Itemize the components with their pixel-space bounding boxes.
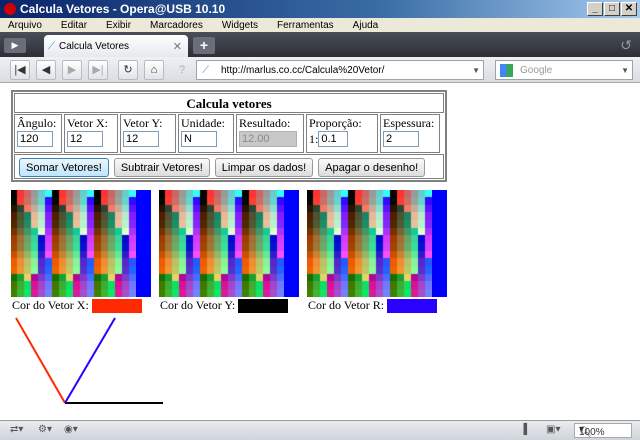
- color-picker-y[interactable]: [159, 190, 299, 297]
- color-picker-x[interactable]: [11, 190, 151, 297]
- field-2: Vetor Y:: [120, 114, 176, 153]
- new-tab-button[interactable]: +: [193, 37, 215, 54]
- field-0: Ângulo:: [14, 114, 62, 153]
- field-input[interactable]: [383, 131, 419, 147]
- chevron-down-icon[interactable]: ▼: [621, 66, 629, 75]
- menu-widgets[interactable]: Widgets: [222, 20, 258, 31]
- label-text: Cor do Vetor R:: [308, 298, 385, 312]
- maximize-button[interactable]: □: [604, 2, 620, 16]
- address-bar[interactable]: ⟋ http://marlus.co.cc/Calcula%20Vetor/ ▼: [196, 60, 484, 80]
- buttons-row: Somar Vetores! Subtrair Vetores! Limpar …: [14, 154, 444, 179]
- color-picker-r[interactable]: [307, 190, 447, 297]
- field-label: Resultado:: [239, 116, 291, 130]
- search-input[interactable]: Google ▼: [495, 60, 633, 80]
- menu-exibir[interactable]: Exibir: [106, 20, 131, 31]
- menu-editar[interactable]: Editar: [61, 20, 87, 31]
- url-text: http://marlus.co.cc/Calcula%20Vetor/: [221, 64, 385, 76]
- field-1: Vetor X:: [64, 114, 118, 153]
- tab-label: Calcula Vetores: [59, 40, 130, 52]
- closed-tabs-icon[interactable]: ↺: [620, 37, 632, 54]
- window-title: Calcula Vetores - Opera@USB 10.10: [20, 2, 226, 16]
- security-icon[interactable]: ?: [172, 60, 192, 80]
- field-label: Unidade:: [181, 116, 225, 130]
- back-button[interactable]: ◀: [36, 60, 56, 80]
- chevron-down-icon[interactable]: ▼: [472, 66, 480, 75]
- field-5: Proporção: 1:: [306, 114, 378, 153]
- google-icon[interactable]: [500, 64, 513, 77]
- tab-calcula-vetores[interactable]: ⟋ Calcula Vetores ✕: [44, 35, 188, 57]
- menu-ajuda[interactable]: Ajuda: [353, 20, 379, 31]
- field-input[interactable]: [17, 131, 53, 147]
- speed-dial-icon[interactable]: ⇄▾: [10, 424, 23, 435]
- navigation-bar: |◀ ◀ ▶ ▶| ↻ ⌂ ? ⟋ http://marlus.co.cc/Ca…: [0, 57, 640, 83]
- field-input[interactable]: [123, 131, 159, 147]
- fast-forward-button[interactable]: ▶|: [88, 60, 108, 80]
- clear-data-button[interactable]: Limpar os dados!: [214, 158, 314, 177]
- sum-vectors-button[interactable]: Somar Vetores!: [19, 158, 109, 177]
- status-bar: ⇄▾ ⚙▾ ◉▾ ▐ ▣▾ 🔍︎ 100% ▾: [0, 420, 640, 440]
- zoom-level: 100%: [579, 427, 605, 438]
- form-title: Calcula vetores: [14, 93, 444, 113]
- unite-icon[interactable]: ⚙▾: [38, 424, 52, 435]
- field-prefix: 1:: [309, 131, 319, 146]
- title-bar: Calcula Vetores - Opera@USB 10.10 _ □ ✕: [0, 0, 640, 18]
- menu-arquivo[interactable]: Arquivo: [8, 20, 42, 31]
- turbo-icon[interactable]: ◉▾: [64, 424, 78, 435]
- field-label: Proporção:: [309, 116, 362, 130]
- close-button[interactable]: ✕: [621, 2, 637, 16]
- tab-favicon-icon: ⟋: [48, 40, 55, 52]
- hue-bar[interactable]: [136, 190, 151, 297]
- tab-close-icon[interactable]: ✕: [173, 40, 182, 53]
- opera-logo-icon: [4, 3, 16, 15]
- field-input[interactable]: [181, 131, 217, 147]
- tab-bar: ▶ ⟋ Calcula Vetores ✕ + ↺: [0, 32, 640, 57]
- erase-drawing-button[interactable]: Apagar o desenho!: [318, 158, 426, 177]
- field-input[interactable]: [318, 131, 349, 147]
- view-icon[interactable]: ▐: [520, 424, 527, 435]
- vector-r-line: [64, 317, 116, 404]
- result-field: 12.00: [239, 131, 297, 147]
- color-label-r: Cor do Vetor R:: [308, 298, 438, 313]
- hue-bar[interactable]: [284, 190, 299, 297]
- home-button[interactable]: ⌂: [144, 60, 164, 80]
- palette-grid[interactable]: [11, 190, 136, 297]
- field-label: Vetor X:: [67, 116, 108, 130]
- field-input[interactable]: [67, 131, 103, 147]
- reload-button[interactable]: ↻: [118, 60, 138, 80]
- calculator-form: Calcula vetores Ângulo: Vetor X: Vetor Y: U…: [11, 90, 447, 182]
- forward-button[interactable]: ▶: [62, 60, 82, 80]
- fields-row: Ângulo: Vetor X: Vetor Y: Unidade: Resultado…: [14, 114, 444, 153]
- rewind-button[interactable]: |◀: [10, 60, 30, 80]
- hue-bar[interactable]: [432, 190, 447, 297]
- color-swatch-y: [238, 298, 289, 313]
- minimize-button[interactable]: _: [587, 2, 603, 16]
- subtract-vectors-button[interactable]: Subtrair Vetores!: [113, 158, 210, 177]
- field-label: Vetor Y:: [123, 116, 163, 130]
- field-4: Resultado: 12.00: [236, 114, 304, 153]
- field-label: Espessura:: [383, 116, 435, 130]
- palette-grid[interactable]: [307, 190, 432, 297]
- site-favicon-icon: ⟋: [202, 64, 209, 76]
- menu-ferramentas[interactable]: Ferramentas: [277, 20, 334, 31]
- field-3: Unidade:: [178, 114, 234, 153]
- vector-drawing: [15, 317, 163, 404]
- panel-toggle-button[interactable]: ▶: [4, 38, 26, 53]
- field-6: Espessura:: [380, 114, 440, 153]
- field-label: Ângulo:: [17, 116, 57, 130]
- vector-x-line: [15, 317, 66, 404]
- palette-grid[interactable]: [159, 190, 284, 297]
- color-swatch-r: [387, 298, 438, 313]
- zoom-control[interactable]: 🔍︎ 100% ▾: [574, 423, 632, 438]
- menu-bar: Arquivo Editar Exibir Marcadores Widgets…: [0, 18, 640, 32]
- search-placeholder: Google: [520, 64, 553, 76]
- images-icon[interactable]: ▣▾: [546, 424, 560, 435]
- menu-marcadores[interactable]: Marcadores: [150, 20, 203, 31]
